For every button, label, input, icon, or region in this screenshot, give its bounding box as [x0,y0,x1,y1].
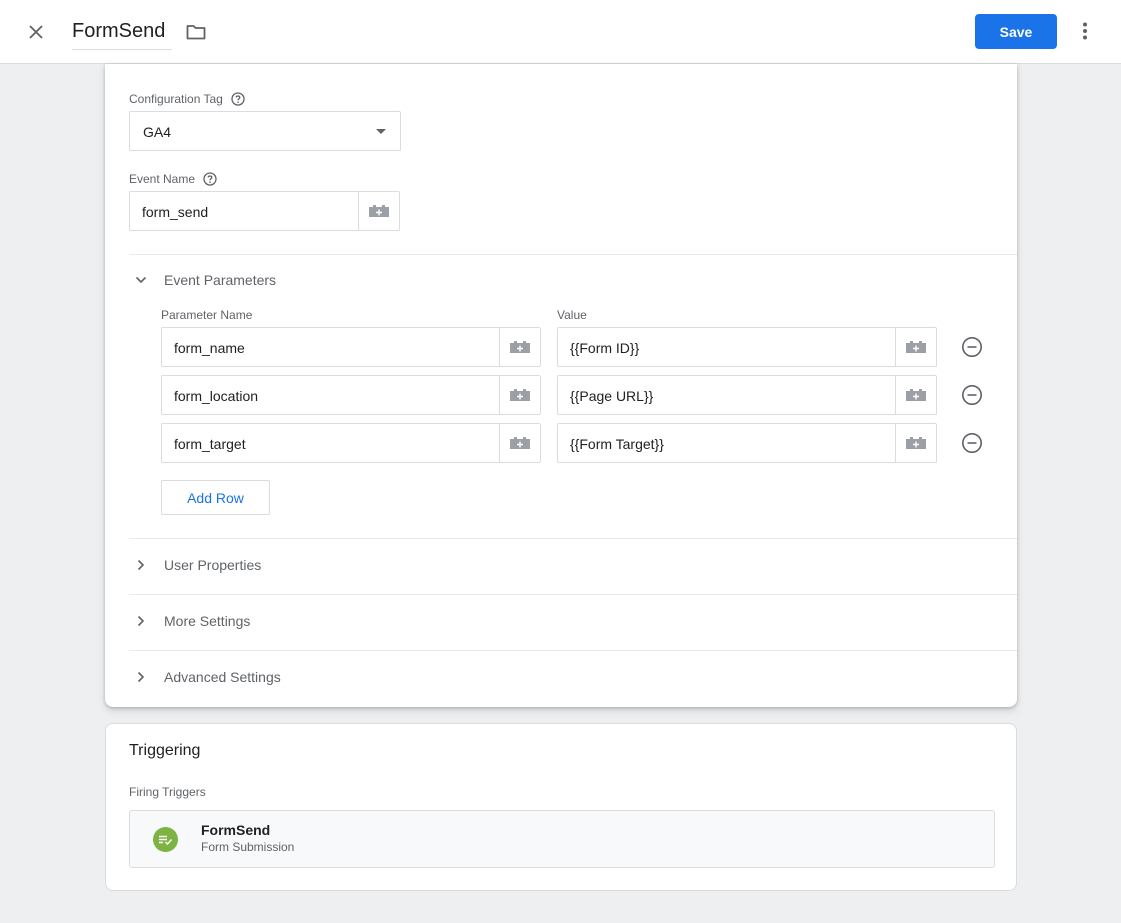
advanced-settings-toggle[interactable]: Advanced Settings [129,665,429,689]
form-submission-icon [153,827,178,852]
parameter-value-field: {{Form ID}} [557,327,937,367]
event-name-label: Event Name [129,172,196,186]
trigger-item[interactable]: FormSend Form Submission [129,810,995,868]
parameter-name-input[interactable]: form_name [162,328,499,366]
variable-picker-icon[interactable] [895,328,936,366]
divider [129,594,1017,595]
more-vert-icon[interactable] [1073,19,1097,43]
parameter-name-field: form_location [161,375,541,415]
parameter-value-input[interactable]: {{Page URL}} [558,376,895,414]
parameter-name-input[interactable]: form_target [162,424,499,462]
event-name-field: form_send [129,191,400,231]
config-tag-select[interactable]: GA4 [129,111,401,151]
variable-picker-icon[interactable] [895,424,936,462]
variable-picker-icon[interactable] [895,376,936,414]
header-bar: FormSend Save [0,0,1121,64]
user-properties-toggle[interactable]: User Properties [129,553,429,577]
remove-row-icon[interactable] [960,431,984,455]
parameter-name-field: form_name [161,327,541,367]
triggering-title: Triggering [129,742,201,759]
chevron-right-icon [129,553,153,577]
folder-icon[interactable] [184,20,208,44]
event-name-input[interactable]: form_send [130,192,358,230]
triggering-card: Triggering Firing Triggers FormSend Form… [105,723,1017,891]
tag-configuration-card: Configuration Tag GA4 Event Name form_se… [105,64,1017,707]
firing-triggers-label: Firing Triggers [129,785,206,799]
parameter-name-input[interactable]: form_location [162,376,499,414]
remove-row-icon[interactable] [960,383,984,407]
parameter-name-field: form_target [161,423,541,463]
more-settings-label: More Settings [164,613,251,629]
parameter-value-input[interactable]: {{Form Target}} [558,424,895,462]
more-settings-toggle[interactable]: More Settings [129,609,429,633]
dropdown-arrow-icon [376,129,386,134]
help-icon[interactable] [203,172,217,186]
variable-picker-icon[interactable] [358,192,399,230]
event-name-label-row: Event Name [129,172,217,186]
remove-row-icon[interactable] [960,335,984,359]
parameter-value-input[interactable]: {{Form ID}} [558,328,895,366]
parameter-value-field: {{Page URL}} [557,375,937,415]
config-tag-value: GA4 [143,124,172,140]
user-properties-label: User Properties [164,557,262,573]
variable-picker-icon[interactable] [499,424,540,462]
add-row-button[interactable]: Add Row [161,480,270,515]
trigger-name: FormSend [201,822,271,838]
variable-picker-icon[interactable] [499,376,540,414]
close-icon[interactable] [22,18,50,46]
divider [129,650,1017,651]
tag-name-input[interactable]: FormSend [72,18,172,50]
chevron-down-icon [129,268,153,292]
value-column-label: Value [557,308,587,322]
save-button[interactable]: Save [975,14,1057,49]
event-parameters-toggle[interactable]: Event Parameters [129,268,429,292]
parameter-value-field: {{Form Target}} [557,423,937,463]
help-icon[interactable] [231,92,245,106]
trigger-type: Form Submission [201,840,295,854]
variable-picker-icon[interactable] [499,328,540,366]
parameter-name-column-label: Parameter Name [161,308,253,322]
chevron-right-icon [129,665,153,689]
event-parameters-label: Event Parameters [164,272,277,288]
divider [129,538,1017,539]
advanced-settings-label: Advanced Settings [164,669,281,685]
config-tag-label: Configuration Tag [129,92,223,106]
config-tag-label-row: Configuration Tag [129,92,245,106]
chevron-right-icon [129,609,153,633]
divider [129,254,1017,255]
